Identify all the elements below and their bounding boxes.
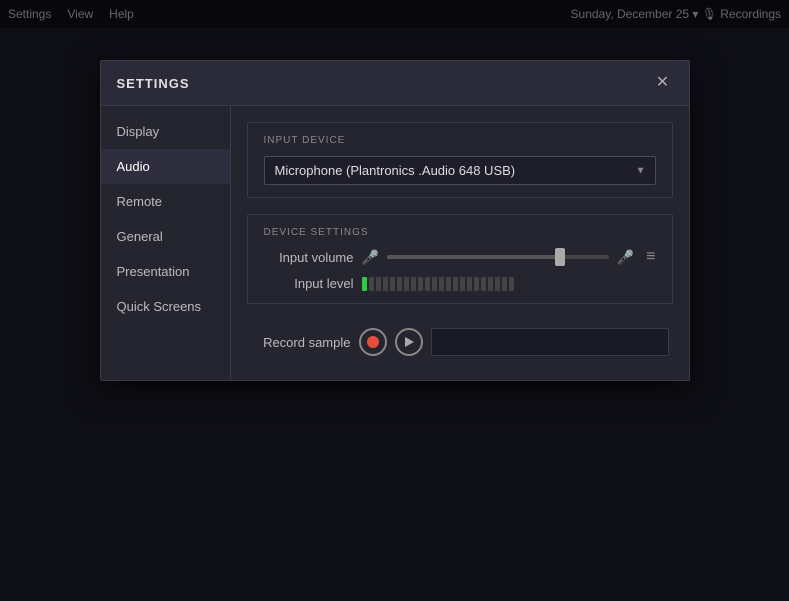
volume-slider-thumb[interactable] — [555, 248, 565, 266]
level-bar-9 — [425, 277, 430, 291]
volume-slider-fill — [387, 255, 560, 259]
input-device-label: INPUT DEVICE — [264, 135, 656, 146]
dialog-title: SETTINGS — [117, 76, 190, 91]
level-bar-15 — [467, 277, 472, 291]
dialog-body: Display Audio Remote General Presentatio… — [101, 106, 689, 380]
level-bar-20 — [502, 277, 507, 291]
slider-container — [387, 255, 609, 259]
input-device-section: INPUT DEVICE Microphone (Plantronics .Au… — [247, 122, 673, 198]
level-bar-6 — [404, 277, 409, 291]
volume-menu-icon: ≡ — [646, 248, 655, 266]
level-bar-17 — [481, 277, 486, 291]
dropdown-wrapper: Microphone (Plantronics .Audio 648 USB) … — [264, 156, 656, 185]
mic-left-icon: 🎤 — [362, 249, 379, 266]
input-level-row: Input level — [264, 276, 656, 291]
level-bar-18 — [488, 277, 493, 291]
nav-item-remote[interactable]: Remote — [101, 184, 230, 219]
play-icon — [405, 337, 414, 347]
nav-item-display[interactable]: Display — [101, 114, 230, 149]
level-bar-10 — [432, 277, 437, 291]
modal-overlay: SETTINGS ✕ Display Audio Remote General … — [0, 0, 789, 601]
input-volume-row: Input volume 🎤 🎤 ≡ — [264, 248, 656, 266]
nav-item-presentation[interactable]: Presentation — [101, 254, 230, 289]
level-bar-7 — [411, 277, 416, 291]
dialog-header: SETTINGS ✕ — [101, 61, 689, 106]
level-bar-8 — [418, 277, 423, 291]
main-content: INPUT DEVICE Microphone (Plantronics .Au… — [231, 106, 689, 380]
level-bar-14 — [460, 277, 465, 291]
waveform-display — [431, 328, 669, 356]
nav-sidebar: Display Audio Remote General Presentatio… — [101, 106, 231, 380]
input-device-dropdown[interactable]: Microphone (Plantronics .Audio 648 USB) … — [264, 156, 656, 185]
play-button[interactable] — [395, 328, 423, 356]
level-bar-2 — [376, 277, 381, 291]
mic-right-icon: 🎤 — [617, 249, 634, 266]
nav-item-audio[interactable]: Audio — [101, 149, 230, 184]
volume-slider-track[interactable] — [387, 255, 609, 259]
record-sample-row: Record sample — [247, 320, 673, 364]
record-dot-icon — [367, 336, 379, 348]
level-bar-21 — [509, 277, 514, 291]
close-button[interactable]: ✕ — [653, 73, 673, 93]
level-bars — [362, 277, 656, 291]
level-bar-12 — [446, 277, 451, 291]
record-button[interactable] — [359, 328, 387, 356]
level-bar-19 — [495, 277, 500, 291]
settings-dialog: SETTINGS ✕ Display Audio Remote General … — [100, 60, 690, 381]
input-level-label: Input level — [264, 276, 354, 291]
level-bar-13 — [453, 277, 458, 291]
input-volume-label: Input volume — [264, 250, 354, 265]
level-bar-5 — [397, 277, 402, 291]
level-bar-1 — [369, 277, 374, 291]
level-bar-0 — [362, 277, 367, 291]
level-bar-11 — [439, 277, 444, 291]
device-settings-section: DEVICE SETTINGS Input volume 🎤 🎤 ≡ — [247, 214, 673, 304]
record-sample-label: Record sample — [251, 335, 351, 350]
level-bar-4 — [390, 277, 395, 291]
device-settings-label: DEVICE SETTINGS — [264, 227, 656, 238]
level-bar-3 — [383, 277, 388, 291]
nav-item-quick-screens[interactable]: Quick Screens — [101, 289, 230, 324]
level-bar-16 — [474, 277, 479, 291]
nav-item-general[interactable]: General — [101, 219, 230, 254]
